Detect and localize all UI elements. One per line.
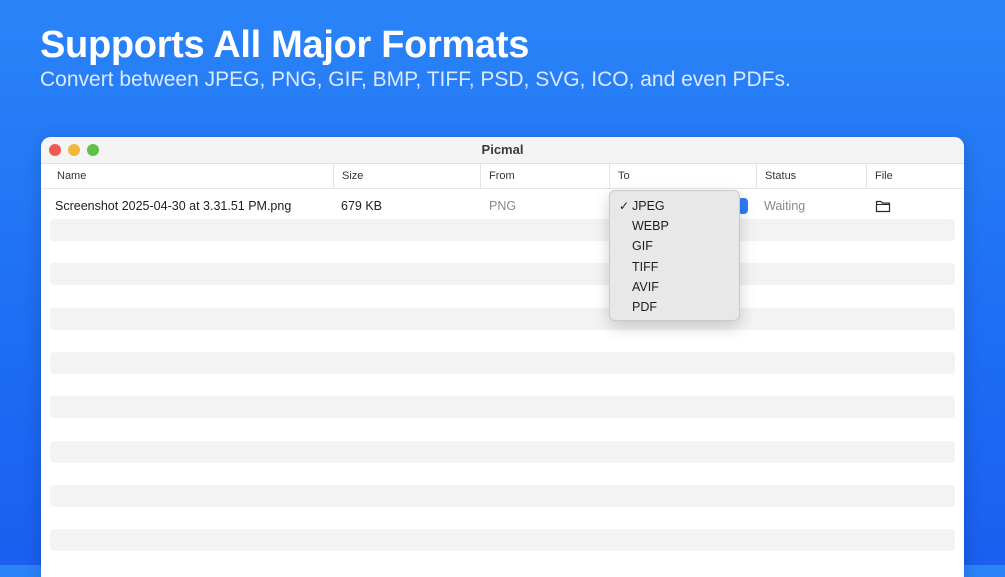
menu-item-pdf[interactable]: PDF bbox=[610, 297, 739, 317]
app-window: Picmal Name Size From To Status File Scr… bbox=[41, 137, 964, 577]
checkmark-icon: ✓ bbox=[619, 199, 630, 213]
table-row bbox=[50, 308, 955, 330]
table-row bbox=[50, 352, 955, 374]
menu-item-label: JPEG bbox=[632, 199, 665, 213]
column-header-size[interactable]: Size bbox=[333, 164, 480, 188]
table-row[interactable]: Screenshot 2025-04-30 at 3.31.51 PM.png … bbox=[50, 195, 955, 217]
file-size: 679 KB bbox=[341, 199, 383, 213]
conversion-status: Waiting bbox=[764, 199, 806, 213]
table-row bbox=[50, 263, 955, 285]
column-header-from[interactable]: From bbox=[480, 164, 609, 188]
source-format: PNG bbox=[489, 199, 517, 213]
folder-icon[interactable] bbox=[875, 199, 891, 213]
menu-item-label: AVIF bbox=[632, 279, 659, 294]
menu-item-label: PDF bbox=[632, 299, 657, 314]
file-name: Screenshot 2025-04-30 at 3.31.51 PM.png bbox=[55, 199, 292, 213]
hero-title: Supports All Major Formats bbox=[40, 24, 530, 66]
menu-item-avif[interactable]: AVIF bbox=[610, 277, 739, 297]
menu-item-label: WEBP bbox=[632, 219, 669, 234]
table-header: Name Size From To Status File bbox=[41, 164, 964, 189]
table-row bbox=[50, 441, 955, 463]
table-row bbox=[50, 485, 955, 507]
column-header-to[interactable]: To bbox=[609, 164, 756, 188]
table-row bbox=[50, 529, 955, 551]
menu-item-label: GIF bbox=[632, 239, 653, 254]
column-header-status[interactable]: Status bbox=[756, 164, 866, 188]
column-header-file[interactable]: File bbox=[866, 164, 964, 188]
menu-item-gif[interactable]: GIF bbox=[610, 236, 739, 256]
table-row bbox=[50, 219, 955, 241]
menu-item-tiff[interactable]: TIFF bbox=[610, 257, 739, 277]
table-row bbox=[50, 396, 955, 418]
hero-subtitle: Convert between JPEG, PNG, GIF, BMP, TIF… bbox=[40, 68, 791, 91]
format-dropdown-menu: ✓ JPEG WEBP GIF TIFF AVIF PDF bbox=[609, 190, 740, 321]
menu-item-jpeg[interactable]: ✓ JPEG bbox=[610, 196, 739, 216]
column-header-name[interactable]: Name bbox=[49, 164, 333, 188]
window-title: Picmal bbox=[481, 142, 524, 157]
menu-item-webp[interactable]: WEBP bbox=[610, 216, 739, 236]
title-bar[interactable]: Picmal bbox=[41, 137, 964, 164]
menu-item-label: TIFF bbox=[632, 259, 659, 274]
